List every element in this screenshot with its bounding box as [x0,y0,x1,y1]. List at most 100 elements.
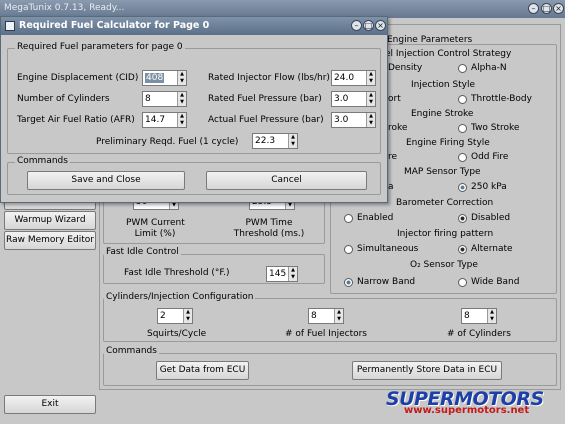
cylinders-spinner[interactable]: 8 ▲ ▼ [461,308,497,324]
actual-pressure-spinner[interactable]: 3.0 ▲ ▼ [331,112,376,128]
required-fuel-dialog: Required Fuel Calculator for Page 0 – □ … [0,16,388,203]
spin-arrows-icon[interactable]: ▲▼ [177,71,186,85]
prelim-fuel-label: Preliminary Reqd. Fuel (1 cycle) [96,137,239,147]
close-icon[interactable]: × [553,3,564,14]
cancel-button[interactable]: Cancel [206,171,367,190]
spin-arrows-icon[interactable]: ▲▼ [487,309,496,323]
250-kpa-radio[interactable] [458,183,467,192]
fuel-pressure-spinner[interactable]: 3.0 ▲ ▼ [331,91,376,107]
dialog-minimize-icon[interactable]: – [351,20,362,31]
wide-band-label[interactable]: Wide Band [471,277,519,287]
main-commands-title: Commands [104,346,159,356]
pwm-time-threshold-label: PWM Time Threshold (ms.) [233,218,305,239]
fuel-pressure-value: 3.0 [334,94,349,104]
fast-idle-label: Fast Idle Threshold (°F.) [124,268,230,278]
main-window-title: MegaTunix 0.7.13, Ready... [4,3,125,13]
save-and-close-button[interactable]: Save and Close [27,171,185,190]
supermotors-url: www.supermotors.net [404,405,530,416]
actual-pressure-value: 3.0 [334,115,349,125]
dialog-close-icon[interactable]: × [375,20,386,31]
map-sensor-option-1[interactable]: a [388,182,394,192]
o2-sensor-title: O₂ Sensor Type [410,260,478,270]
engine-firing-option-2[interactable]: Odd Fire [471,152,508,162]
baro-disabled-radio[interactable] [458,214,467,223]
spin-arrows-icon[interactable]: ▲▼ [177,92,186,106]
engine-parameters-title: Engine Parameters [387,35,473,45]
injector-flow-value: 24.0 [334,73,355,83]
narrow-band-radio[interactable] [344,278,353,287]
engine-displacement-spinner[interactable]: 408 ▲ ▼ [142,70,187,86]
two-stroke-radio[interactable] [458,124,467,133]
injection-control-option-2[interactable]: Alpha-N [471,63,507,73]
odd-fire-radio[interactable] [458,153,467,162]
baro-enabled-radio[interactable] [344,214,353,223]
store-data-button[interactable]: Permanently Store Data in ECU [352,361,502,380]
fuel-params-title: Required Fuel parameters for page 0 [15,42,185,52]
prelim-fuel-spinner[interactable]: 22.3 ▲ ▼ [252,133,298,149]
cylinders-label: # of Cylinders [447,329,511,339]
spin-arrows-icon[interactable]: ▲▼ [366,71,375,85]
maximize-icon[interactable]: □ [541,3,552,14]
fuel-injectors-spinner[interactable]: 8 ▲ ▼ [308,308,344,324]
exit-button[interactable]: Exit [4,395,96,414]
injection-control-option-1[interactable]: Density [388,63,422,73]
baro-enabled-label[interactable]: Enabled [357,213,393,223]
throttle-body-radio[interactable] [458,95,467,104]
squirts-label: Squirts/Cycle [147,329,207,339]
engine-displacement-value: 408 [145,73,165,83]
squirts-spinner[interactable]: 2 ▲ ▼ [157,308,193,324]
wide-band-radio[interactable] [458,278,467,287]
cylinders-value: 8 [464,311,470,321]
num-cylinders-value: 8 [145,94,151,104]
alternate-label[interactable]: Alternate [471,244,513,254]
sidebar-item-raw-memory-editor[interactable]: Raw Memory Editor [4,231,96,250]
injector-flow-label: Rated Injector Flow (lbs/hr) [208,73,330,83]
num-cylinders-spinner[interactable]: 8 ▲ ▼ [142,91,187,107]
spin-arrows-icon[interactable]: ▲▼ [183,309,192,323]
map-sensor-option-2[interactable]: 250 kPa [471,182,507,192]
spin-arrows-icon[interactable]: ▲▼ [334,309,343,323]
barometer-title: Barometer Correction [396,198,494,208]
spin-arrows-icon[interactable]: ▲▼ [288,267,297,281]
fast-idle-spinner[interactable]: 145 ▲ ▼ [266,266,298,282]
injection-control-title: el Injection Control Strategy [385,49,512,59]
narrow-band-label[interactable]: Narrow Band [357,277,415,287]
engine-stroke-option-1[interactable]: roke [388,123,407,133]
target-afr-value: 14.7 [145,115,166,125]
fast-idle-title: Fast Idle Control [104,247,181,257]
window-menu-icon[interactable] [5,21,15,31]
engine-stroke-title: Engine Stroke [411,109,474,119]
get-data-button[interactable]: Get Data from ECU [156,361,249,380]
alpha-n-radio[interactable] [458,64,467,73]
prelim-fuel-value: 22.3 [255,136,276,146]
spin-arrows-icon[interactable]: ▲▼ [177,113,186,127]
fuel-pressure-label: Rated Fuel Pressure (bar) [208,94,322,104]
sidebar-item-warmup-wizard[interactable]: Warmup Wizard [4,211,96,230]
engine-firing-option-1[interactable]: re [388,152,397,162]
spin-arrows-icon[interactable]: ▲▼ [288,134,297,148]
squirts-value: 2 [160,311,166,321]
spin-arrows-icon[interactable]: ▲▼ [366,113,375,127]
dialog-commands-title: Commands [15,156,70,166]
pwm-current-limit-label: PWM Current Limit (%) [126,218,185,239]
map-sensor-title: MAP Sensor Type [404,167,481,177]
dialog-maximize-icon[interactable]: □ [363,20,374,31]
engine-displacement-label: Engine Displacement (CID) [17,73,139,83]
engine-stroke-option-2[interactable]: Two Stroke [471,123,519,133]
injection-style-option-2[interactable]: Throttle-Body [471,94,532,104]
alternate-radio[interactable] [458,245,467,254]
injector-flow-spinner[interactable]: 24.0 ▲ ▼ [331,70,376,86]
engine-firing-title: Engine Firing Style [406,138,490,148]
simultaneous-radio[interactable] [344,245,353,254]
target-afr-spinner[interactable]: 14.7 ▲ ▼ [142,112,187,128]
dialog-title: Required Fuel Calculator for Page 0 [19,20,210,31]
spin-arrows-icon[interactable]: ▲▼ [366,92,375,106]
target-afr-label: Target Air Fuel Ratio (AFR) [17,115,135,125]
injection-style-title: Injection Style [411,80,476,90]
fuel-injectors-label: # of Fuel Injectors [285,329,367,339]
injection-style-option-1[interactable]: ort [388,94,401,104]
minimize-icon[interactable]: – [528,3,539,14]
simultaneous-label[interactable]: Simultaneous [357,244,418,254]
baro-disabled-label[interactable]: Disabled [471,213,510,223]
actual-pressure-label: Actual Fuel Pressure (bar) [208,115,324,125]
